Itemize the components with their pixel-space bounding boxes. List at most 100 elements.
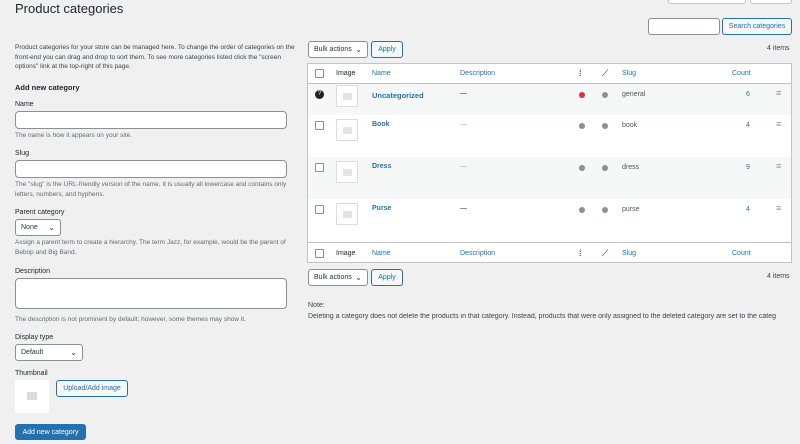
items-count-bottom: 4 items xyxy=(767,273,790,280)
description-textarea[interactable] xyxy=(15,278,287,309)
drag-handle-icon[interactable]: ≡ xyxy=(776,161,781,171)
chevron-down-icon: ⌄ xyxy=(355,273,362,282)
display-type-value: Default xyxy=(21,349,44,356)
name-help: The name is how it appears on your site. xyxy=(15,132,133,139)
note-label: Note: xyxy=(308,302,325,309)
parent-category-select[interactable]: None ⌄ xyxy=(15,219,61,236)
name-label: Name xyxy=(15,101,34,108)
help-tab[interactable] xyxy=(750,0,792,4)
category-name-link[interactable]: Uncategorized xyxy=(372,91,424,100)
drag-handle-icon[interactable]: ≡ xyxy=(776,88,781,98)
bulk-actions-value: Bulk actions xyxy=(314,274,352,281)
table-row: Purse — purse 4 ≡ xyxy=(308,199,791,240)
status-dot xyxy=(579,165,585,171)
chevron-down-icon: ⌄ xyxy=(48,223,55,232)
category-count-link[interactable]: 9 xyxy=(746,164,750,171)
table-row: ? Uncategorized — general 6 ≡ xyxy=(308,84,791,115)
description-label: Description xyxy=(15,268,51,275)
bulk-actions-value: Bulk actions xyxy=(314,46,352,53)
category-name-link[interactable]: Dress xyxy=(372,163,391,170)
display-type-select[interactable]: Default ⌄ xyxy=(15,344,83,361)
category-slug: dress xyxy=(622,164,640,171)
help-circle-icon: ? xyxy=(315,90,324,99)
parent-category-help: Assign a parent term to create a hierarc… xyxy=(15,239,286,256)
category-description: — xyxy=(460,205,467,212)
apply-button-top[interactable]: Apply xyxy=(371,41,403,58)
parent-category-value: None xyxy=(21,224,38,231)
thumbnail-label: Thumbnail xyxy=(15,370,48,377)
column-count-footer[interactable]: Count xyxy=(732,250,751,257)
parent-category-label: Parent category xyxy=(15,209,65,216)
form-heading: Add new category xyxy=(15,83,80,92)
status-dot xyxy=(579,207,585,213)
drag-handle-icon[interactable]: ≡ xyxy=(776,119,781,129)
category-thumbnail xyxy=(336,85,358,107)
category-slug: general xyxy=(622,91,646,98)
category-count-link[interactable]: 4 xyxy=(746,122,750,129)
stock-status-icon: ⁞ xyxy=(579,68,582,78)
table-header: Image Name Description ⁞ ⟋ Slug Count xyxy=(308,64,791,84)
category-count-link[interactable]: 4 xyxy=(746,206,750,213)
column-image-footer: Image xyxy=(336,250,356,257)
column-slug-footer[interactable]: Slug xyxy=(622,250,636,257)
column-name-footer[interactable]: Name xyxy=(372,250,391,257)
search-categories-button[interactable]: Search categories xyxy=(722,18,792,35)
row-checkbox[interactable] xyxy=(315,163,324,172)
select-all-checkbox[interactable] xyxy=(315,69,324,78)
category-count-link[interactable]: 6 xyxy=(746,91,750,98)
name-field[interactable] xyxy=(15,111,287,129)
display-type-label: Display type xyxy=(15,334,54,341)
category-description: — xyxy=(460,163,467,170)
status-dot-red xyxy=(579,92,585,98)
column-count[interactable]: Count xyxy=(732,70,751,77)
add-new-category-button[interactable]: Add new category xyxy=(15,424,86,440)
category-thumbnail xyxy=(336,161,358,183)
status-dot xyxy=(579,123,585,129)
page-title: Product categories xyxy=(15,1,124,16)
search-input[interactable] xyxy=(648,18,720,35)
slug-field[interactable] xyxy=(15,160,287,178)
status-dot xyxy=(602,123,608,129)
chevron-down-icon: ⌄ xyxy=(355,45,362,54)
select-all-checkbox-footer[interactable] xyxy=(315,249,324,258)
slug-help: The "slug" is the URL-friendly version o… xyxy=(15,181,287,198)
stock-status-icon: ⁞ xyxy=(579,248,582,258)
bulk-actions-select-bottom[interactable]: Bulk actions ⌄ xyxy=(308,269,368,286)
column-image: Image xyxy=(336,70,356,77)
table-footer: Image Name Description ⁞ ⟋ Slug Count xyxy=(308,242,791,263)
apply-button-bottom[interactable]: Apply xyxy=(371,269,403,286)
upload-add-image-button[interactable]: Upload/Add image xyxy=(56,380,128,397)
category-thumbnail xyxy=(336,203,358,225)
column-description[interactable]: Description xyxy=(460,70,495,77)
feather-icon: ⟋ xyxy=(602,248,609,258)
category-description: — xyxy=(460,121,467,128)
note-text: Deleting a category does not delete the … xyxy=(308,313,776,320)
category-name-link[interactable]: Purse xyxy=(372,205,391,212)
intro-text: Product categories for your store can be… xyxy=(15,44,295,70)
thumbnail-placeholder xyxy=(15,380,49,413)
column-description-footer[interactable]: Description xyxy=(460,250,495,257)
categories-table: Image Name Description ⁞ ⟋ Slug Count ? … xyxy=(307,63,792,263)
chevron-down-icon: ⌄ xyxy=(70,348,77,357)
image-placeholder-icon xyxy=(27,392,37,400)
slug-label: Slug xyxy=(15,150,30,157)
table-row: Dress — dress 9 ≡ xyxy=(308,157,791,199)
bulk-actions-select-top[interactable]: Bulk actions ⌄ xyxy=(308,41,368,58)
screen-options-tab[interactable] xyxy=(668,0,746,4)
column-name[interactable]: Name xyxy=(372,70,391,77)
category-description: — xyxy=(460,90,467,97)
category-slug: book xyxy=(622,122,638,129)
category-thumbnail xyxy=(336,119,358,141)
column-slug[interactable]: Slug xyxy=(622,70,636,77)
items-count-top: 4 items xyxy=(767,45,790,52)
description-help: The description is not prominent by defa… xyxy=(15,316,246,323)
drag-handle-icon[interactable]: ≡ xyxy=(776,203,781,213)
row-checkbox[interactable] xyxy=(315,121,324,130)
row-checkbox[interactable] xyxy=(315,205,324,214)
table-row: Book — book 4 ≡ xyxy=(308,115,791,157)
status-dot xyxy=(602,207,608,213)
status-dot xyxy=(602,165,608,171)
feather-icon: ⟋ xyxy=(602,68,609,78)
category-name-link[interactable]: Book xyxy=(372,121,390,128)
status-dot xyxy=(602,92,608,98)
